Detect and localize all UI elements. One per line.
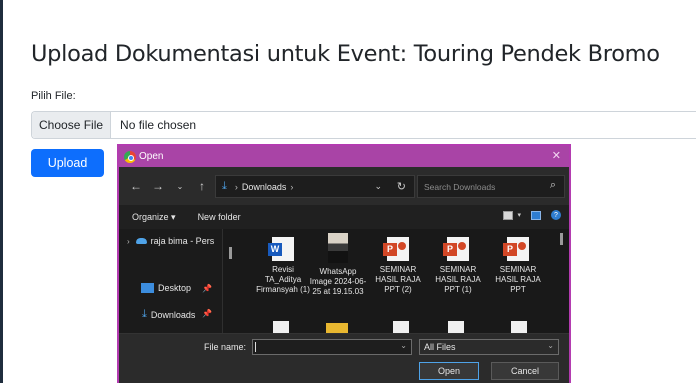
back-arrow-icon[interactable]: ← [125,179,147,193]
file-item-partial[interactable] [273,321,289,333]
download-arrow-icon: ⤓ [222,180,227,192]
sidebar-item-desktop[interactable]: Desktop [127,283,191,293]
sidebar-item-label: Desktop [158,283,192,293]
sidebar-item-label: Downloads [150,309,196,320]
sidebar-item-onedrive[interactable]: › raja bima - Pers [127,236,214,246]
pin-icon: 📌 [202,284,212,293]
search-input[interactable]: Search Downloads ⌕ [417,175,565,198]
powerpoint-icon [383,237,409,261]
cloud-icon [135,238,147,244]
upload-button[interactable]: Upload [31,149,104,177]
address-dropdown-icon[interactable]: ⌄ [374,181,382,192]
help-icon[interactable]: ? [551,210,561,220]
word-doc-icon [268,237,294,261]
file-name-input[interactable]: ⌄ [252,339,412,355]
file-list-scrollbar[interactable] [560,233,563,245]
file-item-partial[interactable] [448,321,464,333]
sidebar-item-downloads[interactable]: ⤓ Downloads [127,308,195,321]
chevron-down-icon[interactable]: ⌄ [547,341,554,350]
navigation-pane: › raja bima - Pers Desktop 📌 ⤓ Downloads… [119,229,223,333]
command-bar: Organize ▾ New folder ▾ ? [119,205,569,229]
file-name: SEMINAR HASIL RAJA PPT (2) [375,265,421,294]
file-input[interactable]: Choose File No file chosen [31,111,696,139]
breadcrumb-chevron-icon: › [234,181,238,192]
address-folder[interactable]: Downloads [242,182,287,192]
forward-arrow-icon[interactable]: → [147,179,169,193]
dialog-title: Open [139,151,164,162]
file-list: Revisi TA_Aditya Firmansyah (1) WhatsApp… [243,229,563,333]
folder-icon[interactable] [326,323,348,333]
file-name: SEMINAR HASIL RAJA PPT [495,265,541,294]
dialog-navbar: ← → ⌄ ↑ ⤓ › Downloads › ⌄ ↻ Search Downl… [119,167,569,205]
close-icon[interactable]: ✕ [552,149,561,162]
sidebar-scrollbar[interactable] [229,247,232,259]
view-dropdown-icon[interactable]: ▾ [517,211,521,219]
image-thumbnail-icon [328,233,348,263]
recent-locations-chevron-icon[interactable]: ⌄ [169,182,191,191]
cancel-button[interactable]: Cancel [491,362,559,380]
file-item[interactable]: SEMINAR HASIL RAJA PPT (1) [428,231,488,295]
search-placeholder: Search Downloads [424,181,496,192]
refresh-icon[interactable]: ↻ [397,180,406,193]
dialog-footer: File name: ⌄ All Files ⌄ Open Cancel [119,333,569,383]
file-name-label: File name: [204,342,247,352]
preview-pane-icon[interactable] [531,210,541,220]
file-name: SEMINAR HASIL RAJA PPT (1) [435,265,481,294]
new-folder-button[interactable]: New folder [198,212,241,222]
open-file-dialog: Open ✕ ← → ⌄ ↑ ⤓ › Downloads › ⌄ ↻ Searc… [117,144,571,383]
powerpoint-icon [503,237,529,261]
file-name: Revisi TA_Aditya Firmansyah (1) [256,265,310,294]
downloads-icon: ⤓ [142,308,147,320]
file-item[interactable]: Revisi TA_Aditya Firmansyah (1) [253,231,313,295]
up-arrow-icon[interactable]: ↑ [191,179,213,193]
breadcrumb-chevron-icon[interactable]: › [290,182,293,192]
page-title: Upload Dokumentasi untuk Event: Touring … [31,41,660,67]
file-type-select[interactable]: All Files ⌄ [419,339,559,355]
dialog-body: › raja bima - Pers Desktop 📌 ⤓ Downloads… [119,229,569,333]
address-bar[interactable]: ⤓ › Downloads › ⌄ ↻ [215,175,415,198]
dialog-titlebar[interactable]: Open ✕ [119,146,569,167]
search-icon: ⌕ [549,179,556,191]
chrome-icon [124,150,136,163]
expand-chevron-icon[interactable]: › [127,237,130,246]
no-file-text: No file chosen [120,118,197,132]
powerpoint-icon [443,237,469,261]
file-item-partial[interactable] [393,321,409,333]
file-item[interactable]: SEMINAR HASIL RAJA PPT (2) [368,231,428,295]
pin-icon: 📌 [202,309,212,318]
left-edge-rule [0,0,3,383]
open-button[interactable]: Open [419,362,479,380]
file-label: Pilih File: [31,90,76,102]
file-item[interactable]: WhatsApp Image 2024-06-25 at 19.15.03 [308,231,368,297]
file-item[interactable]: SEMINAR HASIL RAJA PPT [488,231,548,295]
view-options-icon[interactable] [503,210,514,220]
sidebar-item-label: raja bima - Pers [150,236,215,246]
file-type-value: All Files [424,342,456,352]
organize-menu[interactable]: Organize ▾ [132,212,176,223]
file-item-partial[interactable] [511,321,527,333]
chevron-down-icon[interactable]: ⌄ [400,341,407,350]
choose-file-button[interactable]: Choose File [32,112,112,138]
desktop-icon [141,283,154,293]
file-name: WhatsApp Image 2024-06-25 at 19.15.03 [309,267,367,296]
